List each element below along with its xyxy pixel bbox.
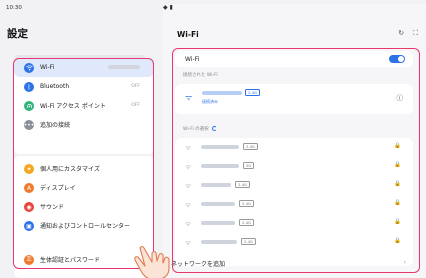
- lock-icon: 🔒: [394, 200, 401, 206]
- connection-status: 接続済み: [202, 99, 218, 104]
- wifi-signal-icon: ᯤ: [185, 93, 193, 102]
- network-name: [201, 164, 239, 168]
- sidebar-item-label: 通知およびコントロールセンター: [40, 223, 131, 230]
- sidebar-item-hotspot[interactable]: Wi-Fi アクセス ポイント OFF: [14, 96, 154, 115]
- band-badge: 2.4G: [245, 89, 260, 96]
- lock-icon: 🔒: [394, 162, 401, 168]
- sidebar-item-label: Wi-Fi アクセス ポイント: [40, 103, 106, 110]
- network-name: [201, 221, 235, 225]
- lock-icon: ⚿: [24, 255, 34, 265]
- network-row[interactable]: ᯤ 2.4G 🔒: [175, 233, 413, 252]
- band-badge: 2.4G: [241, 238, 256, 245]
- refresh-icon[interactable]: ↻: [398, 29, 404, 38]
- bluetooth-status: OFF: [131, 84, 140, 89]
- connected-network-name: [108, 64, 140, 71]
- panel-tools: ↻ ⛶: [398, 29, 418, 38]
- band-badge: 2.4G: [239, 200, 254, 207]
- notification-icon: ▣: [24, 221, 34, 231]
- connected-section-label: 接続された Wi-Fi: [183, 73, 218, 78]
- network-row[interactable]: ᯤ 2.4G 🔒: [175, 214, 413, 233]
- network-row[interactable]: ᯤ 2.4G 🔒: [175, 138, 413, 157]
- sidebar-item-label: Bluetooth: [40, 83, 70, 90]
- personalize-icon: ✦: [24, 164, 34, 174]
- status-time: 10:30: [6, 5, 22, 11]
- loading-spinner-icon: [211, 126, 217, 131]
- sidebar-item-display[interactable]: A ディスプレイ: [14, 178, 154, 197]
- page-title: 設定: [7, 28, 28, 40]
- lock-icon: 🔒: [394, 143, 401, 149]
- sidebar-item-label: サウンド: [40, 204, 65, 211]
- wifi-signal-icon: ᯤ: [185, 182, 192, 190]
- panel-title: Wi-Fi: [177, 30, 199, 39]
- scan-icon[interactable]: ⛶: [413, 29, 418, 38]
- band-badge: 2.4G: [235, 181, 250, 188]
- network-name: [201, 202, 235, 206]
- network-row[interactable]: ᯤ 2.4G 🔒: [175, 176, 413, 195]
- wifi-signal-icon: ᯤ: [185, 163, 192, 171]
- sidebar-item-personalize[interactable]: ✦ 個人用にカスタマイズ: [14, 159, 154, 178]
- network-row[interactable]: ᯤ 5G 🔒: [175, 157, 413, 176]
- display-group: ✦ 個人用にカスタマイズ A ディスプレイ ◉ サウンド ▣ 通知およびコントロ…: [14, 156, 154, 256]
- sidebar-item-label: 生体認証とパスワード: [40, 257, 101, 264]
- hotspot-status: OFF: [131, 103, 140, 108]
- wifi-toggle-label: Wi-Fi: [185, 56, 200, 63]
- sidebar-item-label: 追加の接続: [40, 122, 71, 129]
- bluetooth-icon: ᛒ: [24, 82, 34, 92]
- hotspot-icon: [24, 101, 34, 111]
- sidebar-item-sound[interactable]: ◉ サウンド: [14, 197, 154, 216]
- status-bar: 10:30 ••• ◆ ▮: [0, 0, 426, 268]
- network-row[interactable]: ᯤ 2.4G 🔒: [175, 195, 413, 214]
- sidebar-item-label: Wi-Fi: [40, 64, 55, 71]
- sidebar-item-label: 個人用にカスタマイズ: [40, 166, 100, 173]
- sidebar-item-notifications[interactable]: ▣ 通知およびコントロールセンター: [14, 216, 154, 235]
- network-name: [201, 183, 231, 187]
- lock-icon: 🔒: [394, 181, 401, 187]
- band-badge: 2.4G: [239, 219, 254, 226]
- wifi-signal-icon: ᯤ: [185, 201, 192, 209]
- wifi-signal-icon: ᯤ: [185, 144, 192, 152]
- lock-icon: 🔒: [394, 238, 401, 244]
- sidebar-item-bluetooth[interactable]: ᛒ Bluetooth OFF: [14, 77, 154, 96]
- wifi-signal-icon: ᯤ: [185, 220, 192, 228]
- network-name: [201, 240, 237, 244]
- wifi-panel: Wi-Fi ↻ ⛶ Wi-Fi 接続された Wi-Fi ᯤ 2.4G 接続済み …: [163, 14, 426, 278]
- sidebar-item-wifi[interactable]: Wi-Fi: [14, 58, 154, 77]
- info-icon[interactable]: ⓘ: [397, 92, 404, 102]
- sound-icon: ◉: [24, 202, 34, 212]
- lock-icon: 🔒: [394, 219, 401, 225]
- wifi-toggle-row[interactable]: Wi-Fi: [175, 51, 413, 67]
- sidebar-item-label: ディスプレイ: [40, 185, 76, 192]
- connected-network[interactable]: ᯤ 2.4G 接続済み ⓘ: [175, 84, 413, 114]
- chevron-right-icon: ›: [403, 259, 406, 266]
- connections-group: Wi-Fi ᛒ Bluetooth OFF Wi-Fi アクセス ポイント OF…: [14, 58, 154, 154]
- band-badge: 2.4G: [243, 143, 258, 150]
- pointing-hand-icon: [134, 245, 170, 278]
- available-section-label: Wi-Fi の選択: [183, 126, 217, 132]
- wifi-toggle[interactable]: [389, 55, 405, 63]
- available-networks-list: ᯤ 2.4G 🔒 ᯤ 5G 🔒 ᯤ 2.4G 🔒 ᯤ 2.4G 🔒 ᯤ 2.4G: [175, 138, 413, 266]
- wifi-icon: [24, 63, 34, 73]
- wifi-signal-icon: ᯤ: [185, 239, 192, 247]
- sidebar-item-more-connections[interactable]: ••• 追加の接続: [14, 115, 154, 134]
- band-badge: 5G: [243, 162, 255, 169]
- network-name: [202, 91, 242, 95]
- more-connections-icon: •••: [23, 120, 35, 130]
- available-section-text: Wi-Fi の選択: [183, 127, 209, 132]
- display-icon: A: [24, 183, 34, 193]
- network-name: [201, 145, 239, 149]
